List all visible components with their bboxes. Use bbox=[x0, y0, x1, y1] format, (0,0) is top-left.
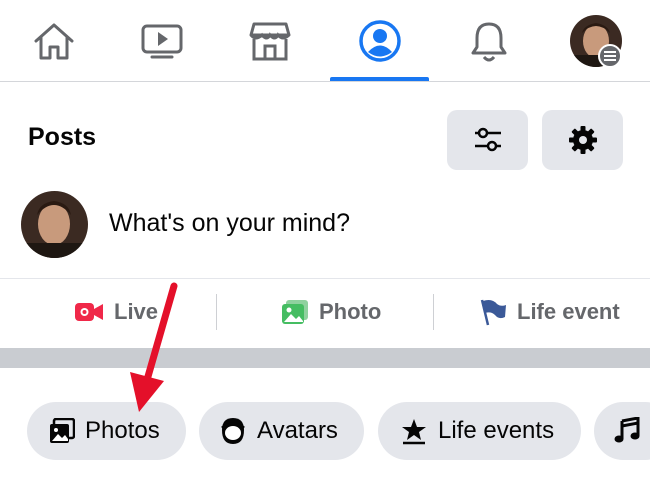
annotation-arrow bbox=[130, 282, 178, 412]
